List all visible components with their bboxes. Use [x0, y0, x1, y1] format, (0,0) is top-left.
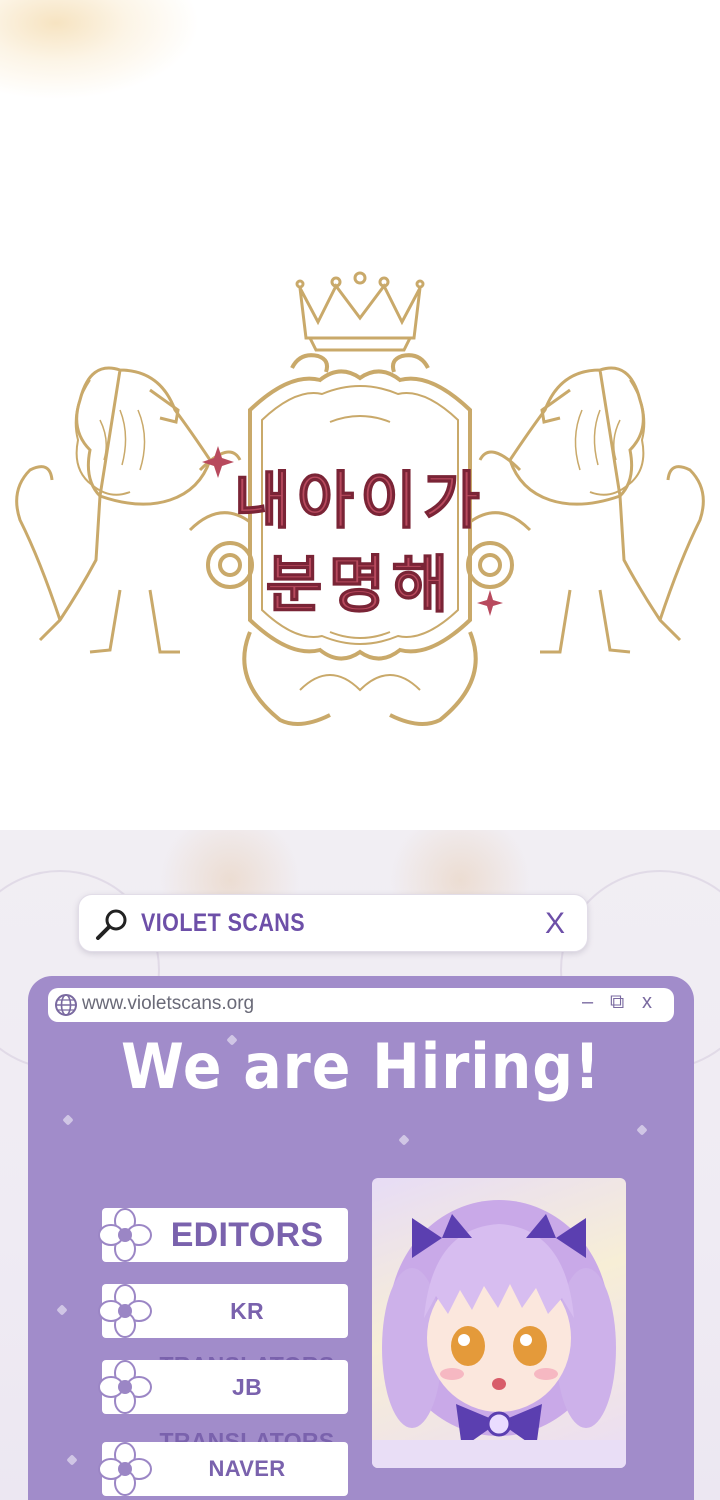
- browser-window: www.violetscans.org – ⧉ x We are Hiring!…: [28, 976, 694, 1500]
- role-editors[interactable]: EDITORS: [98, 1208, 348, 1262]
- title-line-1: 내아이가: [234, 464, 486, 537]
- search-bar[interactable]: VIOLET SCANS X: [78, 894, 588, 952]
- light-glow: [0, 0, 200, 100]
- role-label: JB TRANSLATORS: [159, 1374, 335, 1454]
- flower-icon: [98, 1284, 152, 1338]
- globe-icon: [55, 994, 77, 1016]
- role-label: NAVER PROVIDERS: [208, 1456, 286, 1481]
- role-label: EDITORS: [170, 1216, 324, 1254]
- flower-icon: [98, 1442, 152, 1496]
- restore-button[interactable]: ⧉: [610, 991, 624, 1014]
- close-icon[interactable]: X: [545, 907, 565, 941]
- title-section: 내아이가 분명해: [0, 0, 720, 830]
- sparkle-icon: [398, 1134, 410, 1146]
- search-query: VIOLET SCANS: [141, 909, 306, 937]
- sparkle-icon: [636, 1124, 648, 1136]
- sparkle-icon: [62, 1114, 74, 1126]
- role-label: KR TRANSLATORS: [160, 1298, 335, 1378]
- url-text: www.violetscans.org: [82, 993, 255, 1014]
- role-jb-translators[interactable]: JB TRANSLATORS: [98, 1360, 348, 1454]
- address-bar[interactable]: www.violetscans.org – ⧉ x: [48, 988, 674, 1022]
- hiring-headline: We are Hiring!: [121, 1030, 601, 1103]
- flower-icon: [98, 1360, 152, 1414]
- search-icon: [96, 909, 127, 940]
- title-line-2: 분명해: [265, 548, 454, 621]
- role-kr-translators[interactable]: KR TRANSLATORS: [98, 1284, 348, 1378]
- sparkle-icon: [56, 1304, 68, 1316]
- recruitment-banner: VIOLET SCANS X www.violetscans.org – ⧉ x…: [0, 830, 720, 1500]
- minimize-button[interactable]: –: [582, 991, 593, 1014]
- crown-icon: [295, 271, 425, 352]
- title-crest: 내아이가 분명해: [15, 271, 705, 726]
- ornate-frame: [188, 353, 532, 726]
- flower-icon: [98, 1208, 152, 1262]
- sparkle-icon: [66, 1454, 78, 1466]
- window-close-button[interactable]: x: [642, 991, 652, 1014]
- right-lion-icon: [478, 366, 705, 654]
- left-lion-icon: [15, 366, 242, 654]
- role-naver-providers[interactable]: NAVER PROVIDERS: [98, 1442, 348, 1496]
- character-drawing: [372, 1200, 626, 1468]
- character-illustration: [372, 1178, 626, 1468]
